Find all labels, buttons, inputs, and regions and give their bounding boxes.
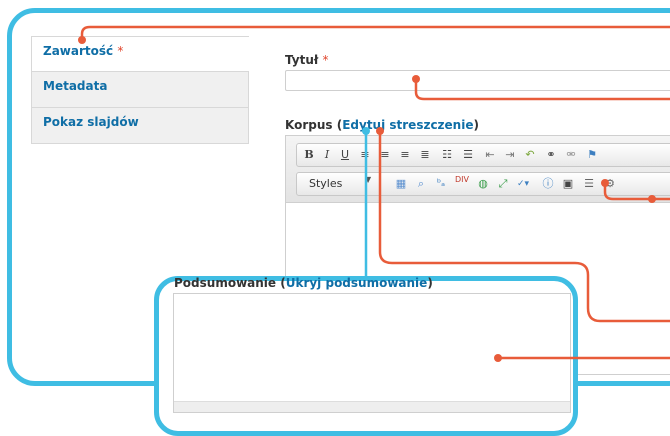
callout-dot [601,179,609,187]
callout-line-image [603,183,670,201]
callout-dot [78,36,86,44]
callout-dot [648,195,656,203]
callout-lines [78,25,670,362]
callout-dot [412,75,420,83]
connector-dot [362,127,370,135]
callout-line-title [414,79,670,101]
callout-dot [376,127,384,135]
callout-line-tabs [80,25,670,40]
callout-dot [494,354,502,362]
callout-line-body-link [378,131,670,323]
